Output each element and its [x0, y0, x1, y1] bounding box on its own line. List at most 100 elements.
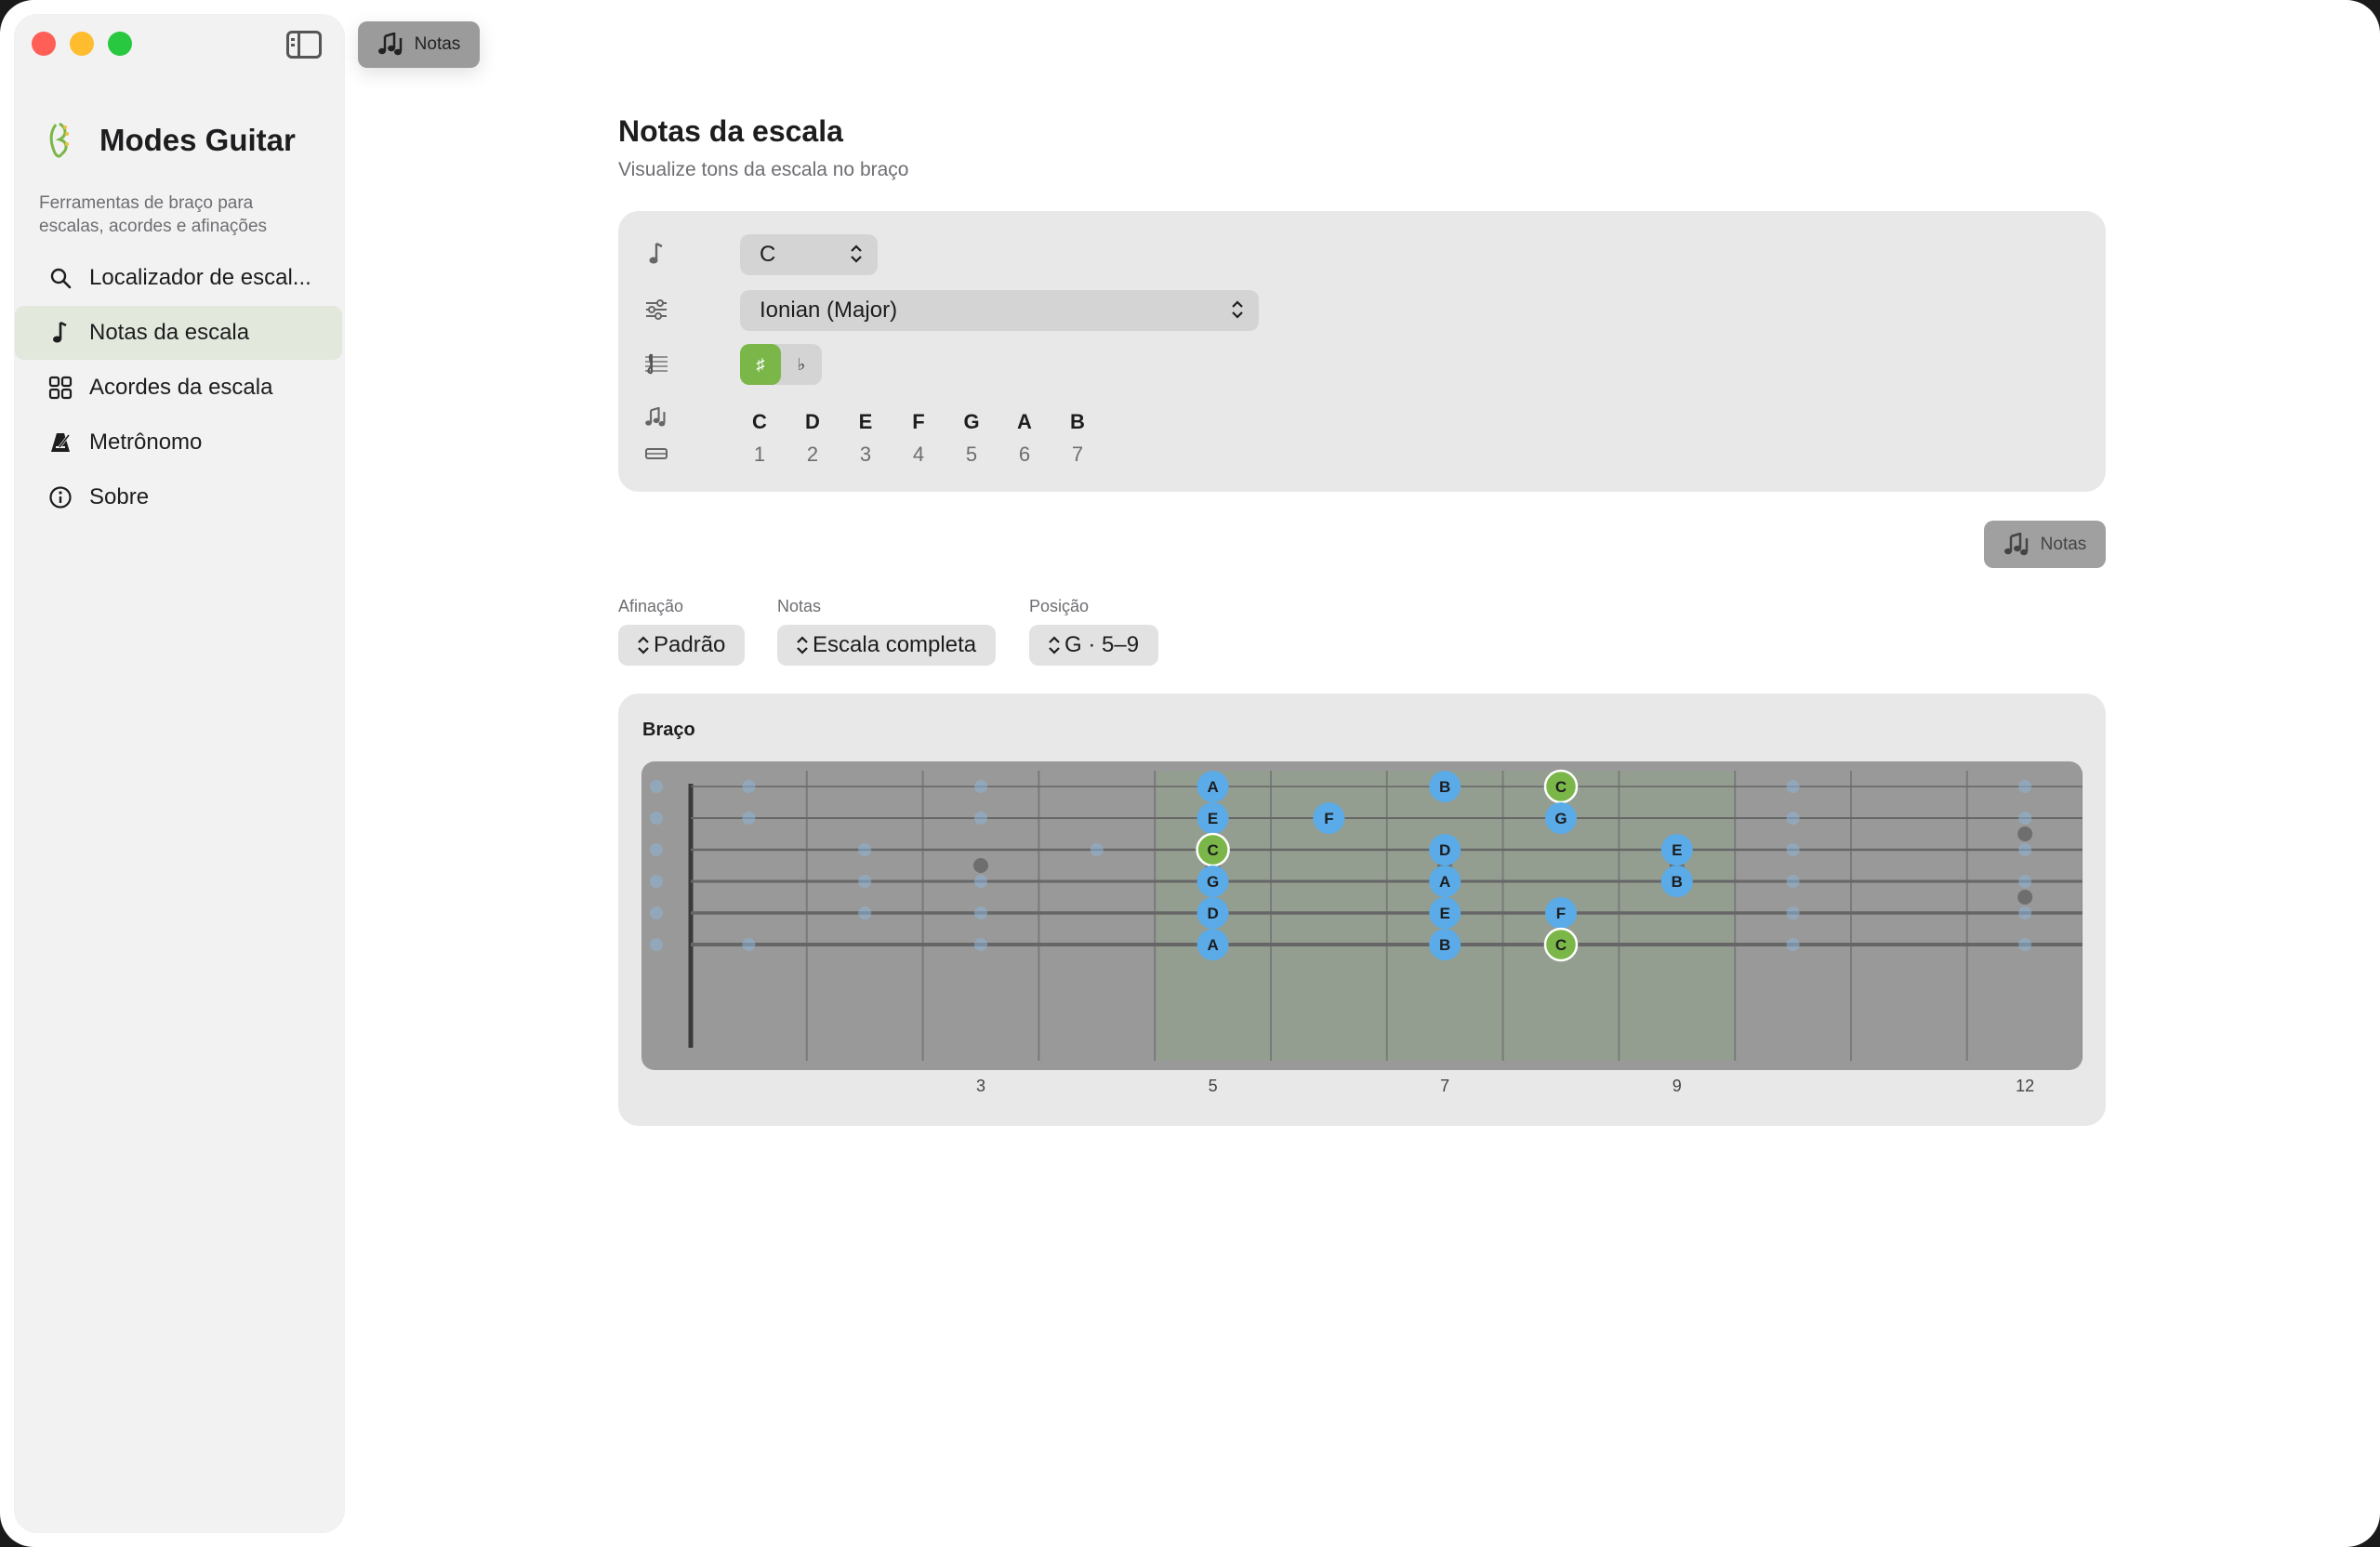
note-name: F: [912, 410, 925, 433]
scale-note-7: B7: [1059, 409, 1096, 467]
app-window: Notas Modes Guitar Ferramentas de braço …: [0, 0, 2380, 1547]
fretboard-svg: A B CE F GC D EG A BD E FA B C: [650, 769, 2082, 1061]
fret-note-label: G: [1207, 873, 1219, 891]
zoom-window-button[interactable]: [108, 32, 132, 56]
fret-inlay: [2017, 890, 2033, 905]
app-logo-icon: [39, 119, 82, 162]
fret-note-label: A: [1207, 936, 1218, 954]
sidebar-item-metronomo[interactable]: Metrônomo: [15, 416, 342, 469]
notes-toggle-label: Notas: [2040, 534, 2087, 554]
scale-note-3: E3: [847, 409, 884, 467]
info-icon: [46, 483, 74, 511]
position-picker[interactable]: G · 5–9: [1029, 625, 1159, 666]
notes-filter-picker[interactable]: Escala completa: [777, 625, 997, 666]
mode-select[interactable]: Ionian (Major): [740, 290, 1259, 331]
minimize-window-button[interactable]: [70, 32, 94, 56]
faint-note-dot: [858, 875, 872, 888]
faint-note-dot: [974, 812, 987, 825]
toolbar-notes-button[interactable]: Notas: [358, 21, 480, 68]
tuning-picker[interactable]: Padrão: [618, 625, 746, 666]
fret-number-row: 3 5 7 9 12: [618, 1077, 2106, 1104]
faint-note-dot: [858, 906, 872, 919]
note-degree: 1: [753, 443, 766, 466]
tuning-label: Afinação: [618, 597, 684, 615]
fret-number: 3: [975, 1077, 986, 1095]
ruler-icon: [642, 440, 670, 468]
sidebar-toggle-icon[interactable]: [286, 31, 322, 59]
sidebar-item-label: Acordes da escala: [89, 375, 273, 400]
sidebar-item-label: Sobre: [89, 484, 150, 509]
music-note-icon: [46, 319, 74, 347]
chevron-updown-icon: [638, 636, 649, 654]
fret-note-label: F: [1324, 810, 1333, 827]
note-name: G: [963, 410, 980, 433]
fretboard[interactable]: ABCEFGCDEGABDEFABC: [641, 761, 2082, 1070]
fret-note-label: E: [1440, 905, 1450, 922]
faint-note-dot: [2018, 843, 2032, 856]
fretboard-panel: Braço ABCEFGCDEGABDEFABC 3 5 7 9 12: [618, 694, 2106, 1126]
faint-note-dot: [1090, 843, 1104, 856]
sidebar-item-label: Notas da escala: [89, 320, 250, 345]
sidebar-item-acordes[interactable]: Acordes da escala: [15, 361, 342, 415]
music-note-icon: [642, 240, 670, 268]
fret-note-label: D: [1207, 905, 1218, 922]
scale-note-1: C1: [741, 409, 778, 467]
faint-note-dot: [650, 812, 663, 825]
grid-icon: [46, 374, 74, 402]
key-select-value: C: [760, 242, 776, 267]
note-name: A: [1017, 410, 1032, 433]
faint-note-dot: [974, 780, 987, 793]
sidebar-item-notas[interactable]: Notas da escala: [15, 306, 342, 360]
toolbar-notes-label: Notas: [414, 34, 461, 54]
faint-note-dot: [742, 938, 756, 951]
sliders-icon: [642, 296, 670, 324]
sharp-option[interactable]: ♯: [740, 344, 781, 385]
fret-note-label: C: [1555, 936, 1567, 954]
app-description: Ferramentas de braço para escalas, acord…: [39, 193, 268, 236]
note-degree: 6: [1018, 443, 1031, 466]
fret-note-label: B: [1672, 873, 1683, 891]
scale-settings-panel: C Ionian (Major) ♯ ♭ C1 D2 E3 F4 G5 A6 B…: [618, 211, 2106, 492]
faint-note-dot: [2018, 938, 2032, 951]
fret-note-label: A: [1439, 873, 1450, 891]
tuning-value: Padrão: [654, 632, 726, 657]
notes-toggle-button[interactable]: Notas: [1984, 521, 2106, 568]
music-notes-icon: [2003, 532, 2028, 555]
faint-note-dot: [2018, 906, 2032, 919]
faint-note-dot: [650, 780, 663, 793]
faint-note-dot: [1786, 906, 1800, 919]
faint-note-dot: [1786, 938, 1800, 951]
sidebar-item-localizador[interactable]: Localizador de escal...: [15, 251, 342, 305]
music-notes-icon: [642, 403, 670, 431]
note-degree: 5: [965, 443, 978, 466]
notes-filter-value: Escala completa: [813, 632, 977, 657]
fret-note-label: B: [1439, 778, 1450, 796]
faint-note-dot: [1786, 875, 1800, 888]
faint-note-dot: [1786, 812, 1800, 825]
app-title: Modes Guitar: [99, 123, 296, 157]
fret-number: 5: [1208, 1077, 1218, 1095]
faint-note-dot: [974, 906, 987, 919]
notes-filter-label: Notas: [777, 597, 822, 615]
faint-note-dot: [1786, 843, 1800, 856]
fret-inlay: [973, 858, 988, 873]
scale-note-6: A6: [1006, 409, 1043, 467]
sidebar-item-sobre[interactable]: Sobre: [15, 470, 342, 524]
page-title: Notas da escala: [618, 114, 843, 148]
faint-note-dot: [650, 906, 663, 919]
sidebar: [15, 15, 344, 1532]
scale-note-4: F4: [900, 409, 937, 467]
page-subtitle: Visualize tons da escala no braço: [618, 159, 909, 180]
key-select[interactable]: C: [740, 234, 878, 275]
chevron-updown-icon: [1232, 300, 1243, 319]
close-window-button[interactable]: [32, 32, 56, 56]
fret-note-label: B: [1439, 936, 1450, 954]
faint-note-dot: [974, 938, 987, 951]
search-icon: [46, 264, 74, 292]
chevron-updown-icon: [851, 245, 862, 263]
note-degree: 4: [912, 443, 925, 466]
fret-note-label: A: [1207, 778, 1218, 796]
position-value: G · 5–9: [1064, 632, 1140, 657]
position-label: Posição: [1029, 597, 1090, 615]
flat-option[interactable]: ♭: [781, 344, 822, 385]
